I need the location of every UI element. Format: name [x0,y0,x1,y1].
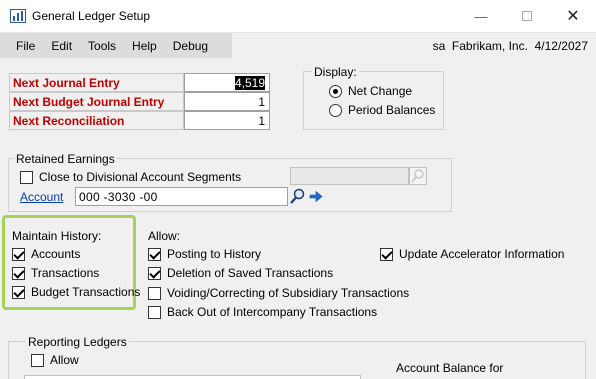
next-journal-entry-value: 4,519 [234,76,265,90]
close-divisional-option[interactable]: Close to Divisional Account Segments [20,170,241,184]
period-balances-label: Period Balances [348,103,436,117]
minimize-button[interactable]: — [458,0,504,32]
allow-posting-history-label: Posting to History [167,247,262,261]
ledger-app-icon [10,9,26,23]
reporting-allow-option[interactable]: Allow [31,353,79,367]
net-change-label: Net Change [348,84,413,98]
allow-deletion-option[interactable]: Deletion of Saved Transactions [148,266,333,280]
account-expand-button[interactable] [307,187,324,206]
account-field[interactable]: 000 -3030 -00 [75,187,288,206]
history-accounts-label: Accounts [31,247,81,261]
net-change-option[interactable]: Net Change [329,84,412,98]
divisional-lookup-button [409,167,427,185]
allow-posting-history-option[interactable]: Posting to History [148,247,261,261]
close-icon: ✕ [566,8,580,25]
history-transactions-label: Transactions [31,266,100,280]
allow-deletion-checkbox[interactable] [148,266,161,280]
title-bar: General Ledger Setup — ✕ [0,0,596,32]
maximize-button[interactable] [504,0,550,32]
history-accounts-option[interactable]: Accounts [12,247,80,261]
close-divisional-label: Close to Divisional Account Segments [39,170,242,184]
next-journal-entry-field[interactable]: 4,519 [184,73,270,92]
history-transactions-checkbox[interactable] [12,266,25,280]
magnifier-icon [290,188,305,204]
account-link[interactable]: Account [20,190,63,204]
allow-legend: Allow: [148,229,181,243]
allow-voiding-checkbox[interactable] [148,286,161,300]
menu-help[interactable]: Help [124,39,165,53]
history-transactions-option[interactable]: Transactions [12,266,99,280]
history-budget-transactions-label: Budget Transactions [31,285,141,299]
account-lookup-button[interactable] [289,187,307,206]
allow-deletion-label: Deletion of Saved Transactions [167,266,334,280]
reporting-allow-checkbox[interactable] [31,353,44,367]
display-legend: Display: [312,65,359,79]
retained-earnings-legend: Retained Earnings [14,152,117,166]
next-budget-label: Next Budget Journal Entry [13,95,165,109]
close-button[interactable]: ✕ [550,0,596,32]
maintain-history-legend: Maintain History: [12,229,102,243]
arrow-right-icon [309,190,323,203]
next-journal-entry-row: Next Journal Entry [9,73,184,92]
next-journal-entry-label: Next Journal Entry [13,76,120,90]
window-title: General Ledger Setup [32,9,151,23]
allow-voiding-option[interactable]: Voiding/Correcting of Subsidiary Transac… [148,286,409,300]
user-info-bar: sa Fabrikam, Inc. 4/12/2027 [232,33,596,59]
menu-file[interactable]: File [0,39,43,53]
magnifier-icon [411,169,424,183]
update-accelerator-label: Update Accelerator Information [399,247,565,261]
next-budget-row: Next Budget Journal Entry [9,92,184,111]
next-reconciliation-field[interactable]: 1 [184,111,270,130]
next-budget-field[interactable]: 1 [184,92,270,111]
maximize-icon [522,11,532,21]
reporting-ledgers-grid [24,375,361,379]
allow-voiding-label: Voiding/Correcting of Subsidiary Transac… [167,286,410,300]
reporting-ledgers-legend: Reporting Ledgers [26,335,129,349]
history-budget-transactions-checkbox[interactable] [12,285,25,299]
menu-items: File Edit Tools Help Debug [0,33,232,59]
net-change-radio[interactable] [329,84,342,98]
menu-debug[interactable]: Debug [165,39,216,53]
allow-posting-history-checkbox[interactable] [148,247,161,261]
menu-tools[interactable]: Tools [80,39,124,53]
history-budget-transactions-option[interactable]: Budget Transactions [12,285,140,299]
user-company-date: sa Fabrikam, Inc. 4/12/2027 [432,39,588,53]
period-balances-option[interactable]: Period Balances [329,103,435,117]
history-accounts-checkbox[interactable] [12,247,25,261]
next-reconciliation-row: Next Reconciliation [9,111,184,130]
close-divisional-checkbox[interactable] [20,170,33,184]
next-reconciliation-label: Next Reconciliation [13,114,125,128]
menu-edit[interactable]: Edit [43,39,80,53]
reporting-allow-label: Allow [50,353,79,367]
allow-back-out-option[interactable]: Back Out of Intercompany Transactions [148,305,377,319]
update-accelerator-checkbox[interactable] [380,247,393,261]
allow-back-out-label: Back Out of Intercompany Transactions [167,305,378,319]
setup-content: Next Journal Entry 4,519 Next Budget Jou… [0,58,596,379]
allow-back-out-checkbox[interactable] [148,305,161,319]
update-accelerator-option[interactable]: Update Accelerator Information [380,247,564,261]
divisional-segment-field [290,167,409,185]
menu-bar: File Edit Tools Help Debug sa Fabrikam, … [0,32,596,59]
account-balance-label: Account Balance for [396,361,504,375]
display-group [303,71,444,130]
period-balances-radio[interactable] [329,103,342,117]
